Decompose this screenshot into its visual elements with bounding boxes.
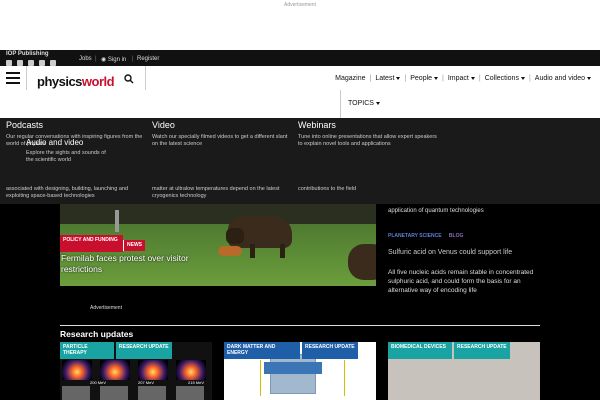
- audio-video-dropdown: Podcasts Our regular conversations with …: [0, 118, 600, 204]
- iop-publishing-brand[interactable]: IOP Publishing: [6, 51, 49, 57]
- search-button[interactable]: [124, 71, 140, 85]
- research-update-tag[interactable]: RESEARCH UPDATE: [302, 342, 358, 359]
- nav-audio-video[interactable]: Audio and video: [532, 75, 594, 82]
- caret-down-icon: [587, 76, 591, 80]
- side-tags: PLANETARY SCIENCE BLOG: [388, 233, 463, 239]
- biomedical-devices-tag[interactable]: BIOMEDICAL DEVICES: [388, 342, 452, 359]
- research-card[interactable]: DARK MATTER AND ENERGY RESEARCH UPDATE: [224, 342, 376, 400]
- nav-people[interactable]: People: [407, 75, 441, 82]
- menu-icon[interactable]: [6, 72, 20, 84]
- physicsworld-logo[interactable]: physicsworld: [37, 74, 115, 89]
- side-description: All five nucleic acids remain stable in …: [388, 269, 534, 294]
- section-divider: [60, 325, 540, 326]
- divider: |: [95, 56, 97, 62]
- register-link[interactable]: Register: [137, 56, 159, 62]
- research-updates-title: Research updates: [60, 329, 134, 339]
- dropdown-bottom-text: matter at ultralow temperatures depend o…: [152, 186, 280, 199]
- caret-down-icon: [470, 76, 475, 80]
- divider: |: [132, 56, 134, 62]
- caret-down-icon: [434, 76, 439, 80]
- side-headline[interactable]: Sulfuric acid on Venus could support lif…: [388, 248, 548, 257]
- side-story-snippet: application of quantum technologies: [388, 208, 484, 214]
- hero-headline[interactable]: Fermilab faces protest over visitor rest…: [61, 253, 201, 275]
- nav-latest[interactable]: Latest: [372, 75, 403, 82]
- jobs-link[interactable]: Jobs: [79, 56, 92, 62]
- dropdown-bottom-text: contributions to the field: [298, 186, 357, 192]
- advert-label: Advertisement: [90, 305, 122, 311]
- search-icon: [124, 74, 134, 84]
- nav-magazine[interactable]: Magazine: [332, 75, 368, 82]
- research-update-tag[interactable]: RESEARCH UPDATE: [454, 342, 510, 359]
- dropdown-audio-video[interactable]: Audio and video Explore the sights and s…: [26, 138, 106, 164]
- blog-tag[interactable]: BLOG: [449, 233, 463, 239]
- caret-down-icon: [520, 76, 525, 80]
- page: Advertisement IOP Publishing Jobs | ◉ Si…: [0, 0, 600, 400]
- sign-in-link[interactable]: ◉ Sign in: [101, 56, 126, 63]
- dark-matter-tag[interactable]: DARK MATTER AND ENERGY: [224, 342, 300, 359]
- particle-therapy-tag[interactable]: PARTICLE THERAPY: [60, 342, 114, 359]
- top-advert[interactable]: Advertisement: [0, 0, 600, 50]
- research-card[interactable]: BIOMEDICAL DEVICES RESEARCH UPDATE: [388, 342, 540, 400]
- main-nav: Magazine | Latest | People | Impact | Co…: [332, 75, 594, 82]
- news-tag[interactable]: NEWS: [123, 240, 145, 251]
- advert-label-top: Advertisement: [284, 2, 316, 8]
- main-header: physicsworld Magazine | Latest | People …: [0, 66, 600, 118]
- dropdown-video[interactable]: Video Watch our specially filmed videos …: [152, 120, 292, 148]
- topics-menu[interactable]: TOPICS: [340, 90, 384, 118]
- caret-down-icon: [375, 101, 380, 105]
- caret-down-icon: [396, 76, 401, 80]
- nav-impact[interactable]: Impact: [445, 75, 478, 82]
- nav-collections[interactable]: Collections: [482, 75, 528, 82]
- research-card[interactable]: 200 MeV 207 MeV 215 MeV PARTICLE THERAPY…: [60, 342, 212, 400]
- dropdown-webinars[interactable]: Webinars Tune into online presentations …: [298, 120, 438, 148]
- user-icon: ◉: [101, 57, 107, 63]
- category-tag[interactable]: POLICY AND FUNDING: [60, 235, 123, 252]
- dropdown-bottom-text: associated with designing, building, lau…: [6, 186, 129, 199]
- planetary-science-tag[interactable]: PLANETARY SCIENCE: [388, 233, 442, 239]
- top-utility-bar: IOP Publishing Jobs | ◉ Sign in | Regist…: [0, 50, 600, 66]
- research-update-tag[interactable]: RESEARCH UPDATE: [116, 342, 172, 359]
